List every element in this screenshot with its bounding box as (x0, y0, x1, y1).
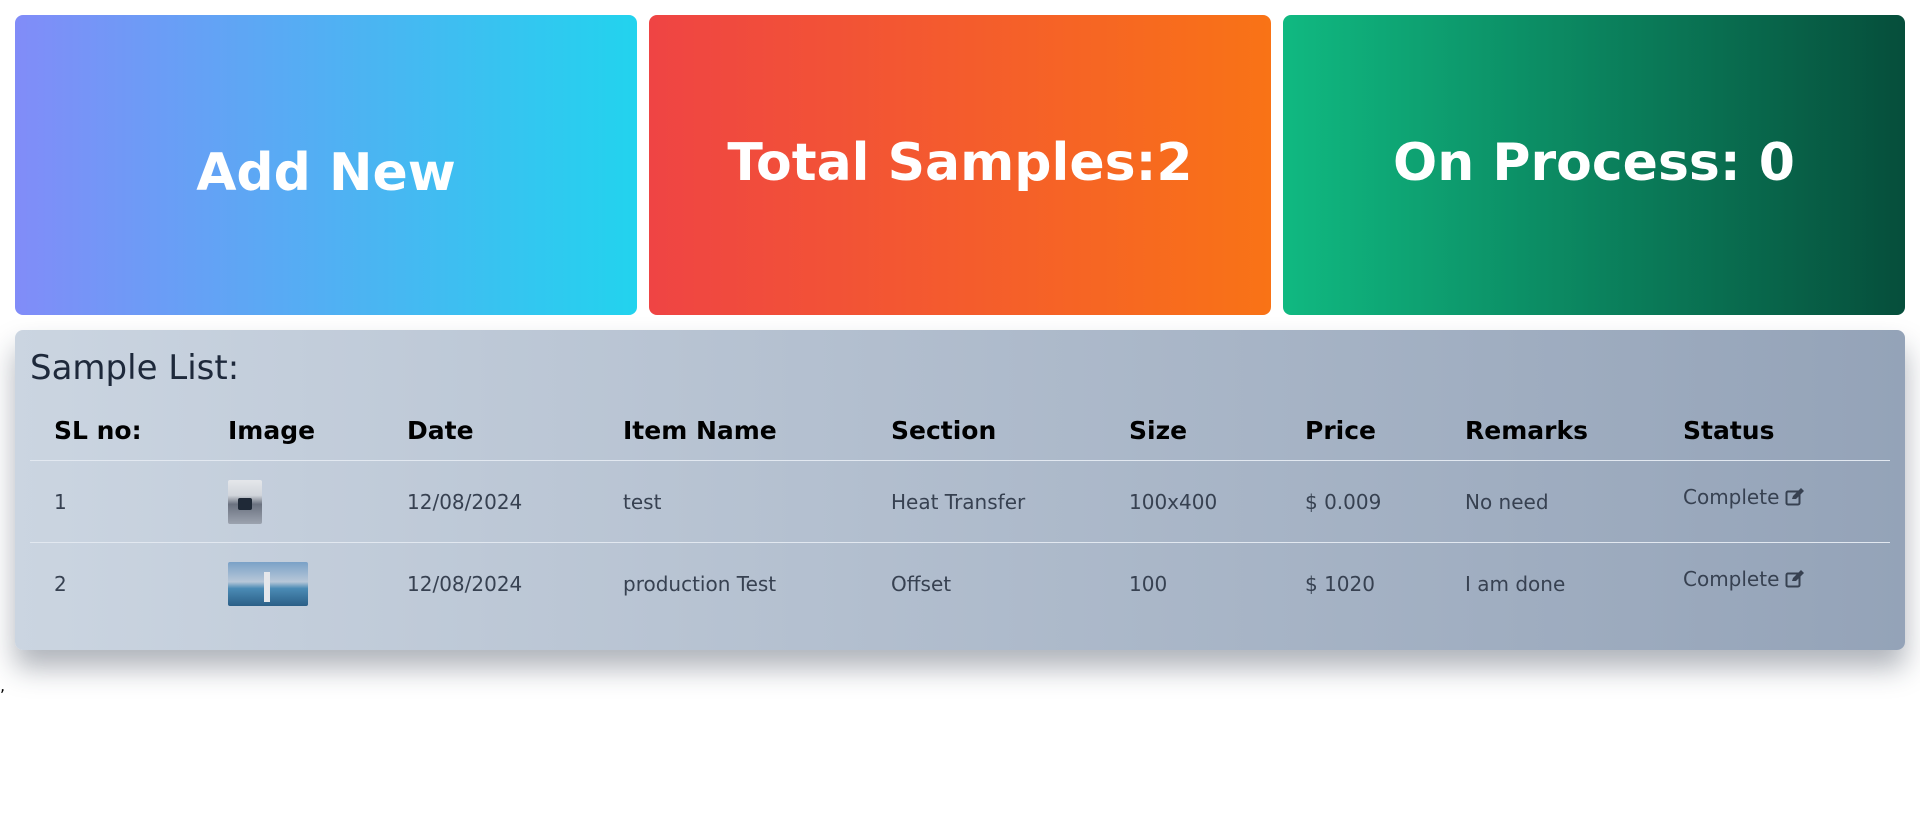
total-samples-card: Total Samples:2 (649, 15, 1271, 315)
cell-price: $ 0.009 (1281, 460, 1441, 543)
column-header-image: Image (204, 400, 383, 461)
column-header-price: Price (1281, 400, 1441, 461)
sample-thumbnail[interactable] (228, 561, 308, 606)
edit-icon (1785, 488, 1805, 506)
table-header-row: SL no: Image Date Item Name Section Size… (30, 400, 1890, 461)
cell-section: Offset (891, 571, 952, 596)
status-label: Complete (1683, 567, 1780, 591)
column-header-item-name: Item Name (599, 400, 867, 461)
cell-item-name: production Test (623, 571, 777, 596)
cell-sl: 2 (54, 571, 67, 596)
cell-sl: 1 (30, 460, 204, 543)
cell-date: 12/08/2024 (407, 571, 523, 596)
total-samples-label: Total Samples:2 (727, 133, 1193, 193)
column-header-date: Date (383, 400, 599, 461)
cell-image (204, 543, 383, 625)
stray-text: , (0, 676, 6, 695)
column-header-size: Size (1105, 400, 1281, 461)
cell-status: Complete (1659, 460, 1890, 543)
status-edit-link[interactable]: Complete (1683, 485, 1805, 509)
cell-status: Complete (1659, 543, 1890, 625)
cell-price: $ 1020 (1305, 571, 1375, 596)
on-process-label: On Process: 0 (1393, 133, 1795, 193)
cell-image (204, 460, 383, 543)
edit-icon (1785, 570, 1805, 588)
sample-table: SL no: Image Date Item Name Section Size… (30, 400, 1890, 624)
summary-cards: Add New Total Samples:2 On Process: 0 (15, 15, 1905, 315)
sample-list-title: Sample List: (30, 348, 240, 388)
column-header-section: Section (867, 400, 1105, 461)
on-process-card: On Process: 0 (1283, 15, 1905, 315)
cell-size: 100 (1129, 571, 1168, 596)
column-header-status: Status (1659, 400, 1890, 461)
status-label: Complete (1683, 485, 1780, 509)
status-edit-link[interactable]: Complete (1683, 567, 1805, 591)
table-row: 2 12/08/2024 production Test Offset 100 … (30, 543, 1890, 625)
sample-thumbnail[interactable] (228, 479, 262, 524)
table-row: 1 12/08/2024 test Heat Transfer 100x400 … (30, 460, 1890, 543)
cell-remarks: I am done (1465, 571, 1566, 596)
cell-size: 100x400 (1105, 460, 1281, 543)
cell-date: 12/08/2024 (383, 460, 599, 543)
cell-item-name: test (599, 460, 867, 543)
column-header-sl: SL no: (30, 400, 204, 461)
sample-list-panel: Sample List: SL no: Image Date Item Name… (15, 330, 1905, 650)
column-header-remarks: Remarks (1441, 400, 1659, 461)
add-new-label: Add New (196, 143, 456, 203)
cell-remarks: No need (1441, 460, 1659, 543)
add-new-card[interactable]: Add New (15, 15, 637, 315)
cell-section: Heat Transfer (867, 460, 1105, 543)
